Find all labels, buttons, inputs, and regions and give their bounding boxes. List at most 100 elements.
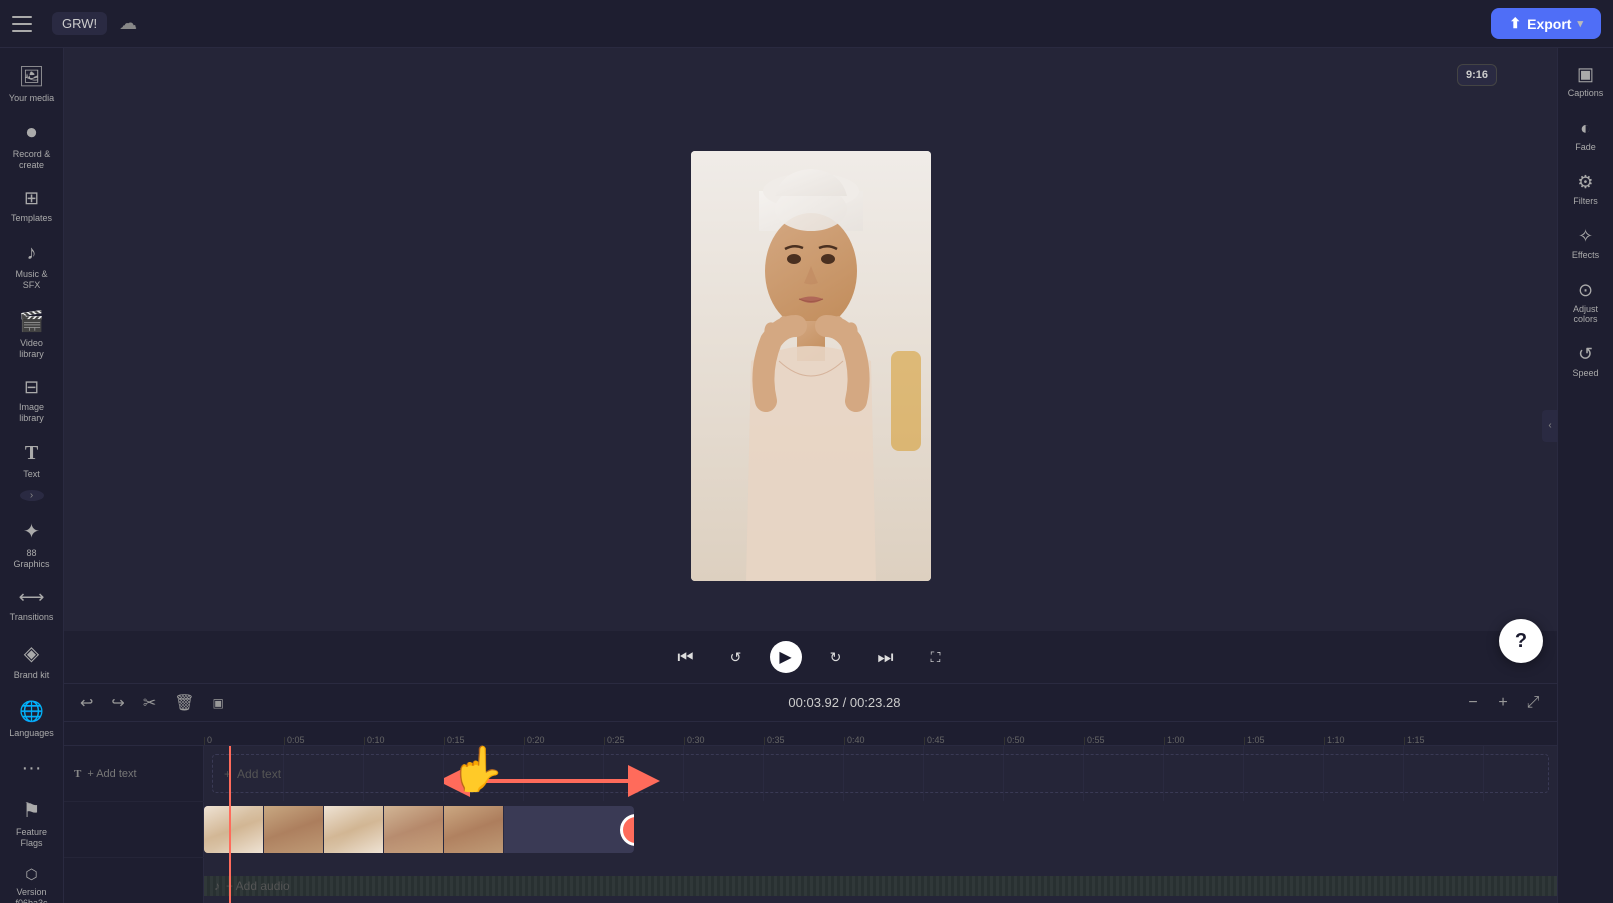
text-track-label: T + Add text xyxy=(64,746,204,801)
text-icon: T xyxy=(25,442,38,465)
ruler-mark: 0:05 xyxy=(284,737,364,745)
redo-button[interactable]: ↪ xyxy=(107,689,128,717)
video-clip[interactable]: ⏸ xyxy=(204,806,634,853)
ruler-mark: 1:00 xyxy=(1164,737,1244,745)
right-panel-effects[interactable]: ✧ Effects xyxy=(1561,218,1611,268)
audio-track-label xyxy=(64,858,204,903)
undo-button[interactable]: ↩ xyxy=(76,689,97,717)
sidebar-item-record[interactable]: ⏺ Record &create xyxy=(4,114,60,179)
transitions-icon: ⟷ xyxy=(19,587,45,608)
brand-kit-icon: ◈ xyxy=(24,641,39,666)
ruler-mark: 0:35 xyxy=(764,737,844,745)
ruler-mark: 0:50 xyxy=(1004,737,1084,745)
menu-icon[interactable] xyxy=(12,10,40,38)
sidebar-item-video-library[interactable]: 🎬 Video library xyxy=(4,301,60,368)
timeline-toolbar: ↩ ↪ ✂ 🗑 ▣ 00:03.92 / 00:23.28 − + ⤢ xyxy=(64,684,1557,722)
ruler-mark: 1:15 xyxy=(1404,737,1484,745)
export-chevron-icon: ▾ xyxy=(1577,17,1583,30)
languages-icon: 🌐 xyxy=(19,699,44,724)
sidebar-item-transitions[interactable]: ⟷ Transitions xyxy=(4,579,60,631)
text-track-icon: T xyxy=(74,768,81,780)
fit-button[interactable]: ⤢ xyxy=(1521,691,1545,715)
clip-thumbnail-5 xyxy=(444,806,504,853)
sidebar-item-languages[interactable]: 🌐 Languages xyxy=(4,691,60,747)
timeline-ruler: 0 0:05 0:10 0:15 0:20 0:25 0:30 0:35 0:4… xyxy=(64,722,1557,746)
sidebar-item-more[interactable]: ··· xyxy=(4,749,60,788)
aspect-ratio-badge[interactable]: 9:16 xyxy=(1457,64,1497,86)
playhead-circle xyxy=(620,814,634,846)
audio-waveform xyxy=(204,876,1557,896)
version-icon: ⬡ xyxy=(25,866,37,883)
sidebar-item-brand-kit[interactable]: ◈ Brand kit xyxy=(4,633,60,689)
right-panel-adjust-colors[interactable]: ⊙ Adjustcolors xyxy=(1561,272,1611,332)
clip-thumbnail-1 xyxy=(204,806,264,853)
captions-icon: ▣ xyxy=(1577,64,1594,85)
image-library-icon: ⊟ xyxy=(24,377,39,398)
effects-icon: ✧ xyxy=(1578,226,1593,247)
right-panel-fade[interactable]: ◐ Fade xyxy=(1561,110,1611,160)
ruler-mark: 1:10 xyxy=(1324,737,1404,745)
ruler-mark: 0 xyxy=(204,737,284,745)
text-track-row: T + Add text + Add text xyxy=(64,746,1557,802)
left-sidebar: 🖼 Your media ⏺ Record &create ⊞ Template… xyxy=(0,48,64,903)
clip-thumbnail-4 xyxy=(384,806,444,853)
center-area: 9:16 xyxy=(64,48,1557,903)
right-panel-collapse-button[interactable]: ‹ xyxy=(1542,410,1558,442)
speed-icon: ↺ xyxy=(1578,344,1593,365)
filters-icon: ⚙ xyxy=(1577,172,1593,193)
sidebar-item-image-library[interactable]: ⊟ Image library xyxy=(4,369,60,432)
cloud-save-icon[interactable]: ☁ xyxy=(119,13,137,34)
audio-note-icon: ♪ xyxy=(214,879,220,893)
right-panel-captions[interactable]: ▣ Captions xyxy=(1561,56,1611,106)
ruler-mark: 0:10 xyxy=(364,737,444,745)
feature-flags-icon: ⚑ xyxy=(23,798,41,823)
record-icon: ⏺ xyxy=(27,122,37,145)
export-button[interactable]: ⬆ Export ▾ xyxy=(1491,8,1601,39)
right-sidebar: ‹ ▣ Captions ◐ Fade ⚙ Filters ✧ Effects … xyxy=(1557,48,1613,903)
audio-track-content[interactable]: ♪ + Add audio xyxy=(204,858,1557,903)
timeline-time-display: 00:03.92 / 00:23.28 xyxy=(238,695,1451,710)
sidebar-item-graphics[interactable]: ✦ 88 Graphics xyxy=(4,511,60,578)
sidebar-item-your-media[interactable]: 🖼 Your media xyxy=(4,56,60,112)
skip-back-button[interactable]: ⏮ xyxy=(670,641,702,673)
right-panel-speed[interactable]: ↺ Speed xyxy=(1561,336,1611,386)
sidebar-collapse-button[interactable]: › xyxy=(20,490,44,501)
help-button[interactable]: ? xyxy=(1499,619,1543,663)
video-track-content[interactable]: ⏸ xyxy=(204,802,1557,857)
text-track-content[interactable]: + Add text xyxy=(204,746,1557,801)
preview-area: 9:16 xyxy=(64,48,1557,683)
video-track-row: ⏸ xyxy=(64,802,1557,858)
expand-button[interactable]: ⛶ xyxy=(920,641,952,673)
ruler-mark: 0:45 xyxy=(924,737,1004,745)
ruler-mark: 0:55 xyxy=(1084,737,1164,745)
play-button[interactable]: ▶ xyxy=(770,641,802,673)
clip-thumbnail-3 xyxy=(324,806,384,853)
rewind-button[interactable]: ↺ xyxy=(720,641,752,673)
sidebar-item-templates[interactable]: ⊞ Templates xyxy=(4,180,60,232)
video-track-label xyxy=(64,802,204,857)
sidebar-item-feature-flags[interactable]: ⚑ Feature Flags xyxy=(4,790,60,857)
project-title[interactable]: GRW! xyxy=(52,12,107,35)
zoom-controls: − + ⤢ xyxy=(1461,691,1545,715)
right-panel-filters[interactable]: ⚙ Filters xyxy=(1561,164,1611,214)
zoom-out-button[interactable]: − xyxy=(1461,691,1485,715)
delete-button[interactable]: 🗑 xyxy=(170,689,198,717)
sidebar-item-version: ⬡ Versionf06ba3c xyxy=(4,858,60,903)
adjust-colors-icon: ⊙ xyxy=(1578,280,1593,301)
zoom-in-button[interactable]: + xyxy=(1491,691,1515,715)
video-library-icon: 🎬 xyxy=(19,309,44,334)
cut-button[interactable]: ✂ xyxy=(139,689,160,717)
ruler-mark: 0:20 xyxy=(524,737,604,745)
main-layout: 🖼 Your media ⏺ Record &create ⊞ Template… xyxy=(0,48,1613,903)
add-audio-label: ♪ + Add audio xyxy=(214,879,290,893)
ruler-mark: 0:30 xyxy=(684,737,764,745)
ruler-mark: 0:25 xyxy=(604,737,684,745)
caption-button[interactable]: ▣ xyxy=(209,692,228,714)
fade-icon: ◐ xyxy=(1580,118,1591,139)
ruler-mark: 1:05 xyxy=(1244,737,1324,745)
tracks-container: T + Add text + Add text xyxy=(64,746,1557,903)
skip-forward-button[interactable]: ⏭ xyxy=(870,641,902,673)
sidebar-item-text[interactable]: T Text xyxy=(4,434,60,488)
forward-button[interactable]: ↻ xyxy=(820,641,852,673)
sidebar-item-music[interactable]: ♪ Music & SFX xyxy=(4,234,60,299)
